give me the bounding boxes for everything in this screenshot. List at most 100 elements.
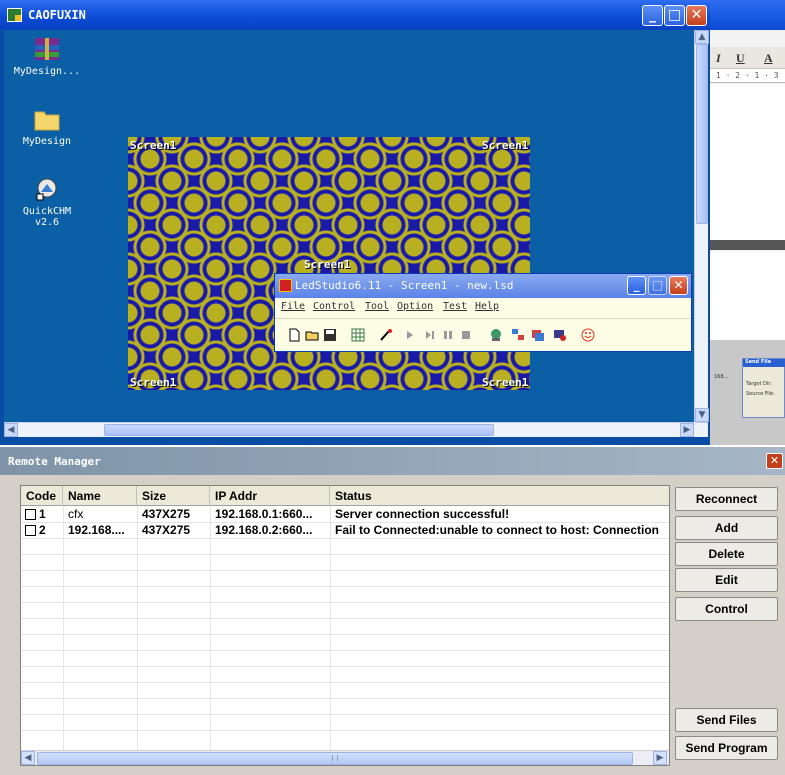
- menu-option[interactable]: Option: [397, 301, 433, 312]
- delete-button[interactable]: Delete: [675, 542, 778, 566]
- cell-code: 2: [39, 523, 46, 537]
- send-program-button[interactable]: Send Program: [675, 736, 778, 760]
- close-icon: ✕: [769, 454, 780, 467]
- underline-icon[interactable]: U: [736, 51, 745, 66]
- screen-label: Screen1: [130, 139, 177, 152]
- scroll-down-icon[interactable]: ▼: [695, 408, 709, 422]
- play-icon[interactable]: [403, 328, 417, 342]
- ledstudio-minimize-button[interactable]: _: [627, 276, 646, 295]
- ledstudio-app-icon: [279, 279, 292, 292]
- wand-icon[interactable]: [379, 328, 393, 342]
- stop-icon[interactable]: [459, 328, 473, 342]
- ledstudio-toolbar: [275, 318, 691, 351]
- cell-size: 437X275: [142, 507, 191, 521]
- grid-line: [21, 682, 669, 683]
- column-header-size[interactable]: Size: [137, 486, 210, 506]
- row-checkbox[interactable]: [25, 509, 36, 520]
- send-icon[interactable]: [531, 328, 545, 342]
- screen-label: Screen1: [482, 139, 529, 152]
- menu-test[interactable]: Test: [443, 301, 467, 312]
- grid-line: [21, 602, 669, 603]
- row-checkbox[interactable]: [25, 525, 36, 536]
- smiley-icon[interactable]: [581, 328, 595, 342]
- menu-help[interactable]: Help: [475, 301, 499, 312]
- italic-icon[interactable]: I: [716, 51, 721, 66]
- desktop-icon-quickchm[interactable]: QuickCHM v2.6: [12, 176, 82, 228]
- ledstudio-title: LedStudio6.11 - Screen1 - new.lsd: [295, 279, 514, 292]
- step-icon[interactable]: [423, 328, 437, 342]
- remote-manager-close-button[interactable]: ✕: [766, 453, 783, 469]
- reconnect-button[interactable]: Reconnect: [675, 487, 778, 511]
- ruler: 1 · 2 · 1 · 3 ·: [710, 69, 785, 94]
- ledstudio-menubar: File Control Tool Option Test Help: [275, 298, 691, 316]
- cell-status: Server connection successful!: [335, 507, 510, 521]
- remote-screen-table[interactable]: Code Name Size IP Addr Status 1 cfx 437X…: [20, 485, 670, 766]
- grid-line: [21, 714, 669, 715]
- open-folder-icon[interactable]: [305, 328, 319, 342]
- scroll-up-icon[interactable]: ▲: [695, 30, 709, 44]
- screen-label: Screen1: [130, 376, 177, 389]
- close-button[interactable]: ✕: [686, 5, 707, 26]
- edit-button[interactable]: Edit: [675, 568, 778, 592]
- vertical-scrollbar[interactable]: ▲ ▼: [694, 30, 709, 422]
- minimize-button[interactable]: _: [642, 5, 663, 26]
- scroll-right-icon[interactable]: ▶: [680, 423, 694, 437]
- minimize-icon: _: [633, 278, 640, 292]
- maximize-icon: □: [651, 278, 664, 292]
- cell-status: Fail to Connected:unable to connect to h…: [335, 523, 659, 537]
- grid-line: [21, 730, 669, 731]
- scroll-left-icon[interactable]: ◀: [4, 423, 18, 437]
- column-header-code[interactable]: Code: [21, 486, 63, 506]
- desktop-icon-label: QuickCHM: [22, 206, 72, 217]
- ledstudio-window: LedStudio6.11 - Screen1 - new.lsd _ □ ✕ …: [274, 273, 692, 352]
- menu-tool[interactable]: Tool: [365, 301, 389, 312]
- grid-line: [21, 586, 669, 587]
- folder-icon: [34, 111, 60, 131]
- format-toolbar: I U A: [710, 47, 785, 69]
- maximize-button[interactable]: □: [664, 5, 685, 26]
- minimize-icon: _: [649, 7, 656, 23]
- grid-line: [21, 538, 669, 539]
- column-header-ip-addr[interactable]: IP Addr: [210, 486, 330, 506]
- save-icon[interactable]: [323, 328, 337, 342]
- control-button[interactable]: Control: [675, 597, 778, 621]
- column-header-name[interactable]: Name: [63, 486, 137, 506]
- menu-file[interactable]: File: [281, 301, 305, 312]
- desktop-icon-label: MyDesign...: [13, 66, 81, 77]
- led-screen-preview[interactable]: Screen1 Screen1 Screen1 Screen1 Screen1: [128, 137, 530, 390]
- caofuxin-titlebar[interactable]: CAOFUXIN _ □ ✕: [0, 0, 710, 30]
- cell-ip-addr: 192.168.0.1:660...: [215, 507, 313, 521]
- new-file-icon[interactable]: [287, 328, 301, 342]
- quickchm-icon: [36, 178, 57, 201]
- ledstudio-maximize-button[interactable]: □: [648, 276, 667, 295]
- table-horizontal-scrollbar[interactable]: ◀ ▶: [21, 750, 669, 765]
- remote-screens-icon[interactable]: [511, 328, 525, 342]
- ledstudio-close-button[interactable]: ✕: [669, 276, 688, 295]
- close-icon: ✕: [690, 7, 703, 23]
- scroll-left-icon[interactable]: ◀: [21, 751, 35, 765]
- desktop-icon-mydesign-folder[interactable]: MyDesign: [12, 106, 82, 147]
- desktop-icon-mydesign-archive[interactable]: MyDesign...: [12, 36, 82, 77]
- menu-control[interactable]: Control: [313, 301, 355, 312]
- horizontal-scrollbar[interactable]: ◀ ▶: [4, 422, 708, 437]
- cell-name: 192.168....: [68, 523, 125, 537]
- grid-line: [21, 650, 669, 651]
- horizontal-scroll-thumb[interactable]: [104, 424, 494, 436]
- column-header-status[interactable]: Status: [330, 486, 669, 506]
- table-header: Code Name Size IP Addr Status: [21, 486, 669, 506]
- pause-icon[interactable]: [441, 328, 455, 342]
- grid-icon[interactable]: [351, 328, 365, 342]
- font-color-icon[interactable]: A: [764, 51, 773, 66]
- remote-manager-titlebar[interactable]: Remote Manager ✕: [0, 447, 785, 475]
- send-files-button[interactable]: Send Files: [675, 708, 778, 732]
- add-button[interactable]: Add: [675, 516, 778, 540]
- network-icon[interactable]: [489, 328, 503, 342]
- desktop-icon-label: v2.6: [34, 217, 60, 228]
- scroll-right-icon[interactable]: ▶: [653, 751, 667, 765]
- disconnect-icon[interactable]: [553, 328, 567, 342]
- close-icon: ✕: [673, 278, 684, 292]
- page-separator: [710, 240, 785, 250]
- vertical-scroll-thumb[interactable]: [696, 44, 708, 224]
- send-file-dialog: Send File Target Dir: Source File:: [742, 358, 785, 418]
- ledstudio-titlebar[interactable]: LedStudio6.11 - Screen1 - new.lsd _ □ ✕: [275, 274, 691, 298]
